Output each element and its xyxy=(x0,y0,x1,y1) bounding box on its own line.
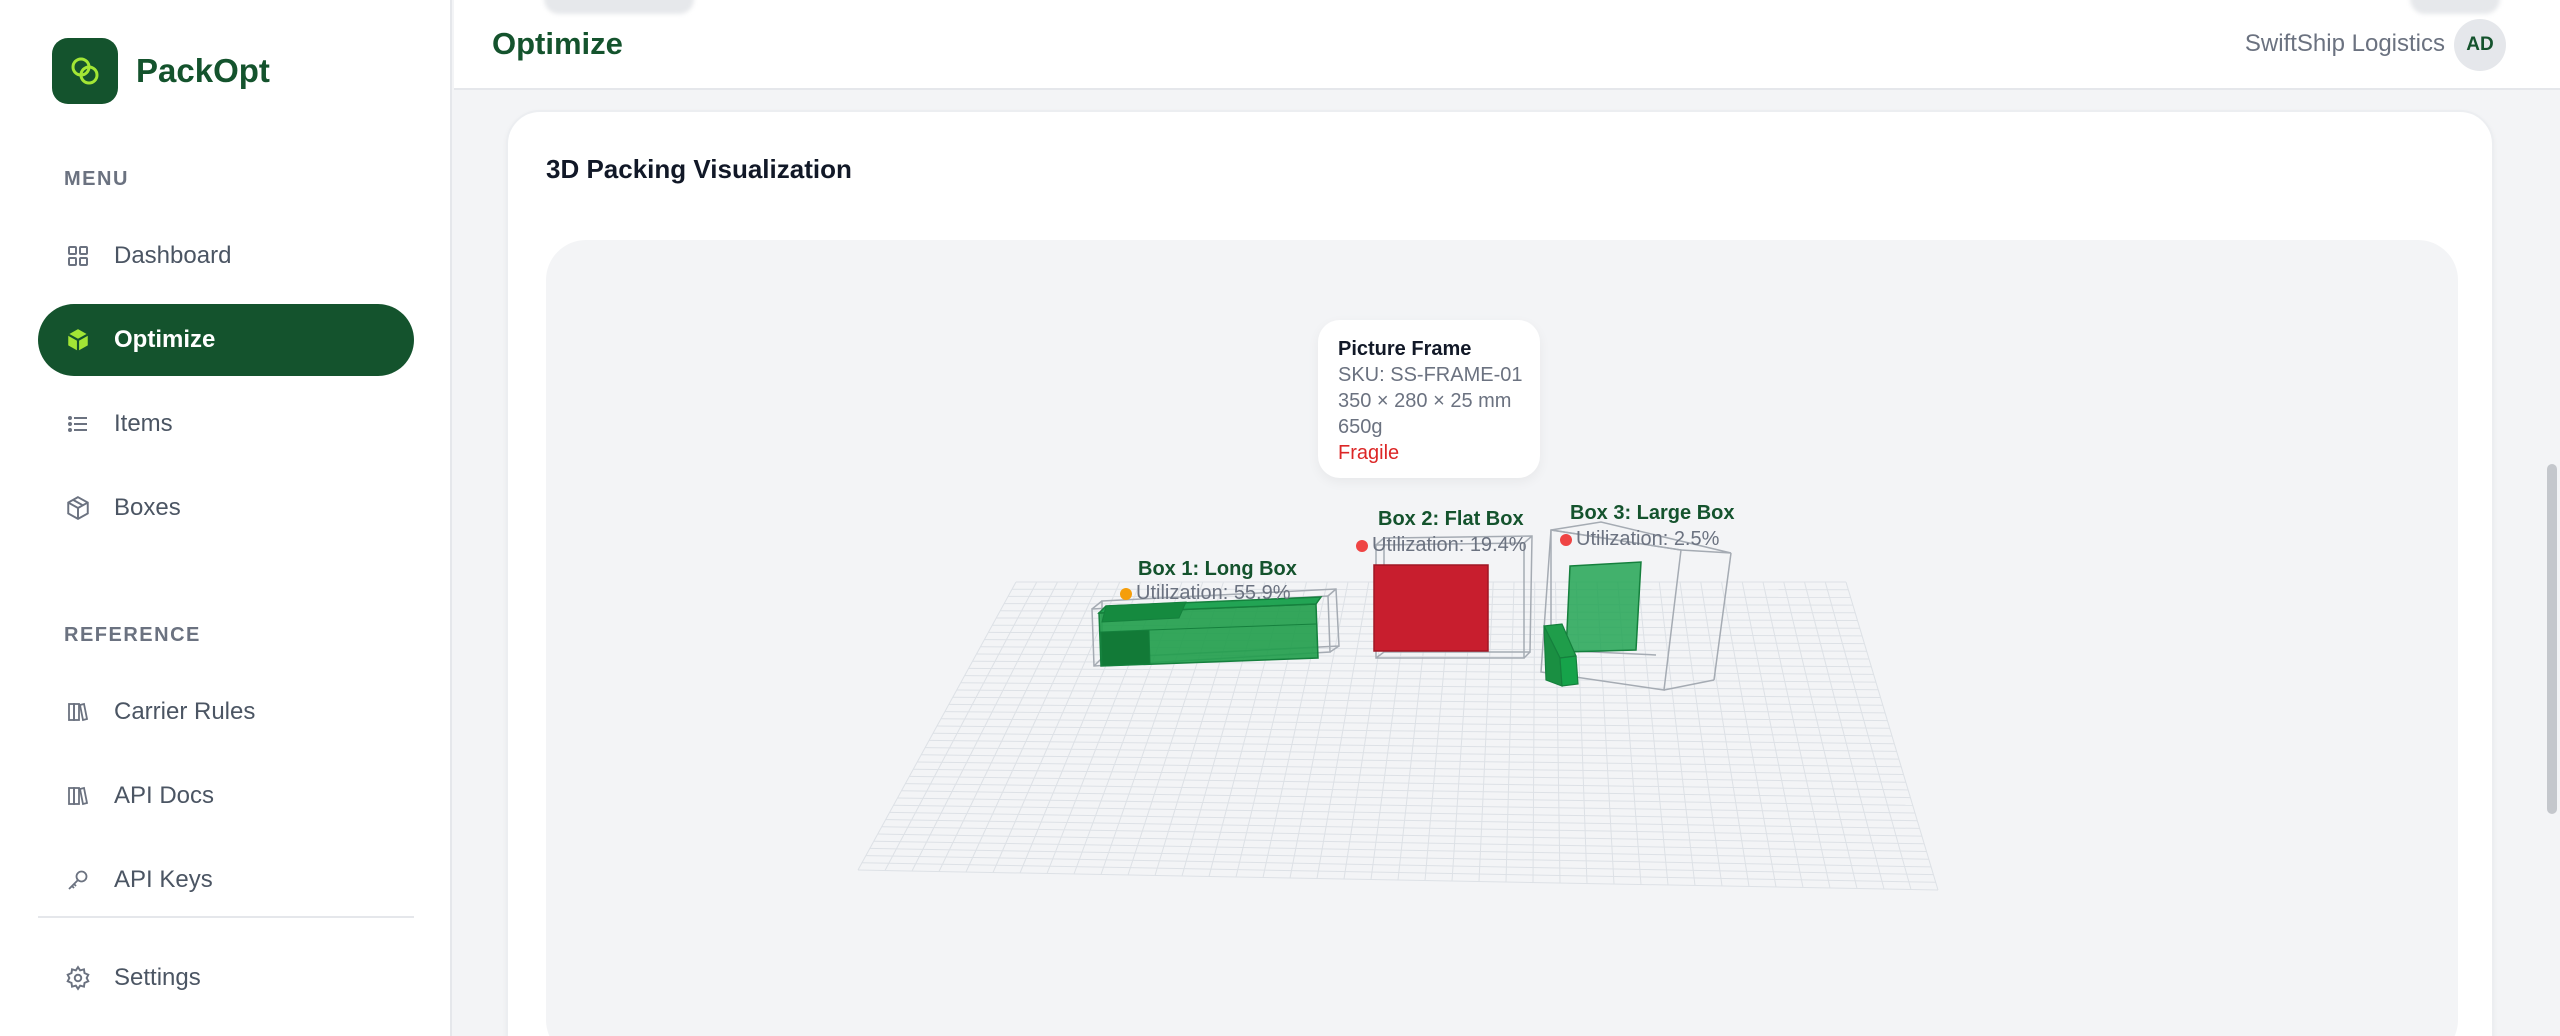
scrollbar-thumb[interactable] xyxy=(2547,464,2557,814)
sidebar-item-label: Dashboard xyxy=(114,242,232,269)
box-1-label: Box 1: Long Box xyxy=(1138,558,1297,580)
packopt-logo-icon xyxy=(52,38,118,104)
box-3-utilization: Utilization: 2.5% xyxy=(1560,528,1719,551)
sidebar-item-label: Settings xyxy=(114,964,201,991)
sidebar-item-api-docs[interactable]: API Docs xyxy=(38,760,414,832)
sidebar-item-items[interactable]: Items xyxy=(38,388,414,460)
tooltip-weight: 650g xyxy=(1338,416,1383,438)
tooltip-sku: SKU: SS-FRAME-01 xyxy=(1338,364,1523,386)
books-icon xyxy=(64,698,92,726)
sidebar-item-optimize[interactable]: Optimize xyxy=(38,304,414,376)
sidebar-divider xyxy=(38,916,414,918)
grid-line xyxy=(861,862,1936,883)
brand-name: PackOpt xyxy=(136,52,270,89)
cube-icon xyxy=(64,326,92,354)
tooltip-item-name: Picture Frame xyxy=(1338,338,1472,360)
box-2-utilization: Utilization: 19.4% xyxy=(1356,534,1527,557)
status-dot-icon xyxy=(1560,533,1572,546)
sidebar-item-label: API Docs xyxy=(114,782,215,809)
sidebar-item-api-keys[interactable]: API Keys xyxy=(38,844,414,916)
sidebar-item-label: Optimize xyxy=(114,326,216,353)
status-dot-icon xyxy=(1120,587,1132,600)
box-3-items xyxy=(1543,561,1642,687)
grid-icon xyxy=(64,242,92,270)
sidebar: PackOpt MENU Dashboard Optimize Items Bo… xyxy=(0,0,452,1036)
box-3-label: Box 3: Large Box xyxy=(1570,502,1735,524)
grid-line xyxy=(881,826,1925,845)
box-1-utilization: Utilization: 55.9% xyxy=(1120,582,1291,605)
box-2-label: Box 2: Flat Box xyxy=(1378,508,1524,530)
gear-icon xyxy=(64,964,92,992)
grid-line xyxy=(873,840,1929,860)
packing-visualization-card: 3D Packing Visualization Box 1: Long Box… xyxy=(506,110,2494,1036)
status-dot-icon xyxy=(1356,539,1368,552)
sidebar-item-label: API Keys xyxy=(114,866,213,893)
grid-line xyxy=(877,833,1927,852)
sidebar-item-boxes[interactable]: Boxes xyxy=(38,472,414,544)
grid-line xyxy=(865,855,1934,876)
sidebar-item-carrier-rules[interactable]: Carrier Rules xyxy=(38,676,414,748)
sidebar-item-label: Items xyxy=(114,410,173,437)
org-name[interactable]: SwiftShip Logistics xyxy=(2245,30,2445,58)
card-title: 3D Packing Visualization xyxy=(546,154,852,184)
sidebar-item-label: Boxes xyxy=(114,494,181,521)
page-title: Optimize xyxy=(492,26,623,61)
avatar[interactable]: AD xyxy=(2454,19,2506,71)
tooltip-fragile-flag: Fragile xyxy=(1338,442,1400,464)
picture-frame-item xyxy=(1373,564,1489,652)
sidebar-item-label: Carrier Rules xyxy=(114,698,256,725)
sidebar-item-settings[interactable]: Settings xyxy=(38,942,414,1014)
list-icon xyxy=(64,410,92,438)
books-icon xyxy=(64,782,92,810)
header-overflow-pill xyxy=(2410,0,2500,14)
reference-section-label: REFERENCE xyxy=(64,624,201,646)
sidebar-item-dashboard[interactable]: Dashboard xyxy=(38,220,414,292)
header-overflow-pill xyxy=(544,0,694,14)
menu-section-label: MENU xyxy=(64,168,129,190)
grid-line xyxy=(869,847,1932,868)
box-icon xyxy=(64,494,92,522)
item-tooltip: Picture Frame SKU: SS-FRAME-01 350 × 280… xyxy=(1318,320,1540,478)
brand[interactable]: PackOpt xyxy=(52,38,270,104)
key-icon xyxy=(64,866,92,894)
tooltip-dimensions: 350 × 280 × 25 mm xyxy=(1338,390,1512,412)
box-1-items xyxy=(1097,596,1323,667)
top-header: Optimize SwiftShip Logistics AD xyxy=(454,0,2560,90)
